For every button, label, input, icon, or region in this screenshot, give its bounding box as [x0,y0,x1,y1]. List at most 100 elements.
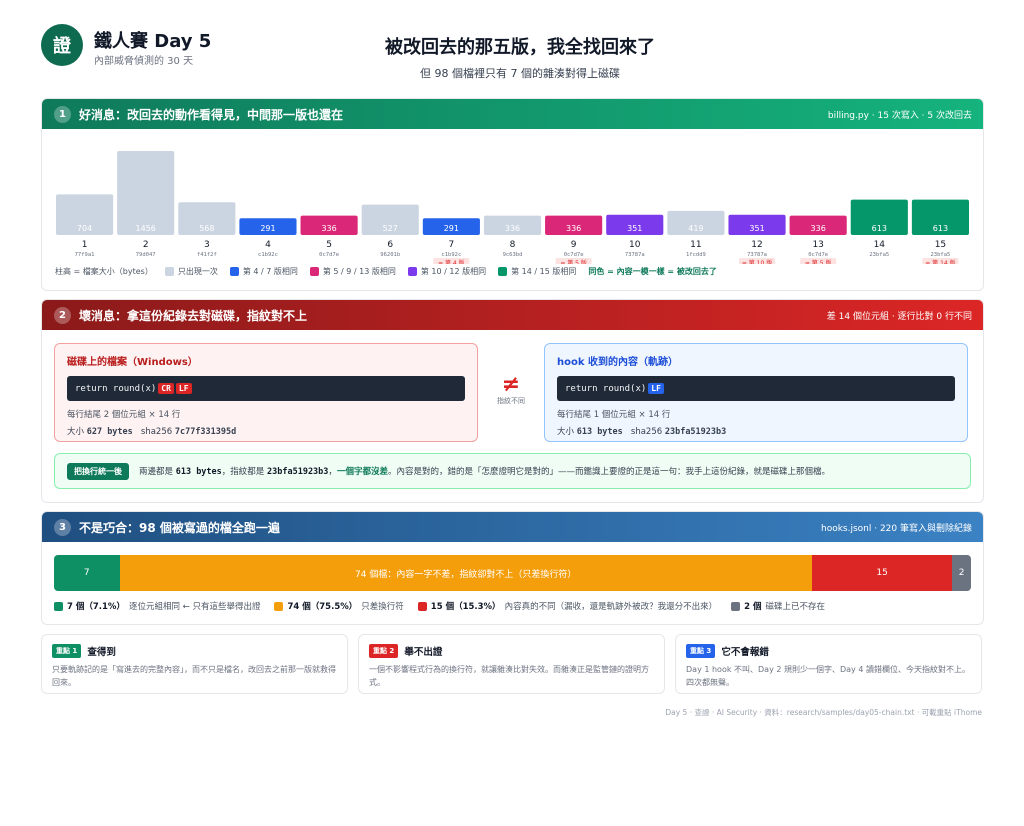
bar-category-label: 10 [629,240,641,250]
bar-category-label: 9 [571,240,577,250]
legend-swatch [164,267,174,276]
bar-value-label: 568 [199,224,214,233]
normalization-note: 把換行統一後 兩邊都是 613 bytes，指紋都是 23bfa51923b3，… [54,453,971,489]
bar-hash-label: 0c7d7e [808,252,828,258]
point-title: 舉不出證 [404,647,443,658]
bar-category-label: 11 [690,240,701,250]
key-point-1: 重點 1 查得到 只要軌跡記的是「寫進去的完整內容」，而不只是檔名，改回去之前那一… [41,634,348,694]
legend-note: 同色 = 內容一模一樣 = 被改回去了 [588,267,717,276]
legend-swatch [417,601,427,611]
chart-legend: 柱高 = 檔案大小（bytes） 只出現一次 第 4 / 7 版相同 第 5 /… [55,266,717,277]
note-text: 兩邊都是 613 bytes，指紋都是 23bfa51923b3，一個字都沒差。… [139,467,830,477]
section-title: 壞消息：拿這份紀錄去對磁碟，指紋對不上 [79,308,308,323]
lf-tag: LF [175,383,192,394]
bar-category-label: 4 [265,240,271,250]
lf-tag: LF [648,383,664,394]
bar-value-label: 351 [627,224,642,233]
revert-tag-label: = 第 10 版 [742,259,772,264]
bar-hash-label: 23bfa5 [930,252,950,258]
bar-hash-label: f41f2f [197,252,217,258]
segment-missing: 2 [952,555,971,591]
legend-item-single: 只出現一次 [164,266,218,277]
bar-value-label: 351 [749,224,764,233]
segment-line-ending-only: 74 個檔：內容一字不差，指紋卻對不上（只差換行符） [119,555,812,591]
hook-content-panel: hook 收到的內容（軌跡） return round(x) LF 每行結尾 1 … [544,343,968,442]
section-3-header: 3 不是巧合：98 個被寫過的檔全跑一遍 hooks.jsonl · 220 筆寫… [42,512,983,542]
legend-swatch [731,601,741,611]
revert-tag-label: = 第 4 版 [438,259,465,264]
bar-value-label: 527 [383,224,398,233]
not-equal-icon: ≠ [501,372,521,397]
bar-value-label: 613 [872,224,887,233]
bar-category-label: 3 [204,240,210,250]
bar-category-label: 7 [448,240,454,250]
segment-identical: 7 [54,555,120,591]
bar-hash-label: 79d047 [136,252,156,258]
bar-value-label: 336 [566,224,581,233]
revert-tag-label: = 第 5 版 [560,259,587,264]
line-ending-info: 每行結尾 1 個位元組 × 14 行 [557,410,671,420]
brand-subtitle: 內部威脅偵測的 30 天 [94,56,194,67]
bar-hash-label: 73787a [747,252,767,258]
legend-prefix: 柱高 = 檔案大小（bytes） [55,267,153,276]
legend-item-pink: 第 5 / 9 / 13 版相同 [309,266,396,277]
section-meta: 差 14 個位元組 · 逐行比對 0 行不同 [826,311,972,322]
section-number: 2 [54,306,71,324]
section-title: 好消息：改回去的動作看得見，中間那一版也還在 [79,107,344,122]
bar-value-label: 336 [321,224,336,233]
point-desc: Day 1 hook 不叫、Day 2 規則少一個字、Day 4 讀錯欄位、今天… [686,665,970,687]
section-meta: hooks.jsonl · 220 筆寫入與刪除紀錄 [820,523,972,534]
panel-title: 磁碟上的檔案（Windows） [67,357,198,368]
key-point-3: 重點 3 它不會報錯 Day 1 hook 不叫、Day 2 規則少一個字、Day… [675,634,982,694]
bar-value-label: 336 [811,224,826,233]
key-point-2: 重點 2 舉不出證 一個不影響程式行為的換行符，就讓雜湊比對失效。而雜湊正是監管鏈… [358,634,665,694]
bar-version-2 [117,151,175,235]
legend-item-differs: 15 個（15.3%） 內容真的不同（漏收，還是軌跡外被改？我還分不出來） [417,600,717,612]
point-desc: 只要軌跡記的是「寫進去的完整內容」，而不只是檔名，改回去之前那一版就救得回來。 [52,665,336,687]
disk-file-panel: 磁碟上的檔案（Windows） return round(x) CR LF 每行結尾… [54,343,478,442]
line-ending-info: 每行結尾 2 個位元組 × 14 行 [67,410,181,420]
legend-item-blue: 第 4 / 7 版相同 [229,266,298,277]
page-title: 被改回去的那五版，我全找回來了 [385,37,655,58]
point-desc: 一個不影響程式行為的換行符，就讓雜湊比對失效。而雜湊正是監管鏈的證明方式。 [369,665,649,687]
point-badge: 重點 3 [686,644,716,658]
page-subtitle: 但 98 個檔裡只有 7 個的雜湊對得上磁碟 [420,67,620,80]
bar-value-label: 613 [933,224,948,233]
bar-hash-label: 0c7d7e [319,252,339,258]
crlf-tag: CR [158,383,174,394]
bar-value-label: 291 [260,224,275,233]
bar-hash-label: c1b92c [441,252,461,258]
bar-value-label: 1456 [136,224,156,233]
legend-swatch [54,601,63,611]
bar-hash-label: 9c63bd [503,252,523,258]
bar-value-label: 419 [688,224,703,233]
brand-logo: 證 [41,24,83,66]
section-good-news: 1 好消息：改回去的動作看得見，中間那一版也還在 billing.py · 15 … [41,98,984,291]
segment-content-differs: 15 [811,555,953,591]
point-badge: 重點 2 [369,644,399,658]
code-sample: return round(x) CR LF [67,376,465,401]
section-number: 1 [54,105,71,123]
footer-source: Day 5 · 查證 · AI Security · 資料：research/s… [665,708,982,717]
not-equal-label: 指紋不同 [497,397,525,405]
panel-title: hook 收到的內容（軌跡） [557,357,678,368]
bar-hash-label: 0c7d7e [564,252,584,258]
bar-value-label: 704 [77,224,92,233]
section-2-header: 2 壞消息：拿這份紀錄去對磁碟，指紋對不上 差 14 個位元組 · 逐行比對 0 … [42,300,983,330]
section-full-scan: 3 不是巧合：98 個被寫過的檔全跑一遍 hooks.jsonl · 220 筆寫… [41,511,984,625]
bar-hash-label: 23bfa5 [869,252,889,258]
bar-category-label: 5 [326,240,332,250]
legend-swatch [274,601,284,611]
bar-value-label: 336 [505,224,520,233]
section-1-header: 1 好消息：改回去的動作看得見，中間那一版也還在 billing.py · 15 … [42,99,983,129]
legend-swatch [407,267,417,276]
file-size-bar-chart: 704177f9a11456279d0475683f41f2f2914c1b92… [56,151,969,264]
revert-tag-label: = 第 5 版 [805,259,832,264]
point-title: 查得到 [87,647,116,658]
note-pill: 把換行統一後 [67,462,129,480]
section-bad-news: 2 壞消息：拿這份紀錄去對磁碟，指紋對不上 差 14 個位元組 · 逐行比對 0 … [41,299,984,503]
bar-hash-label: 96201b [380,252,400,258]
code-sample: return round(x) LF [557,376,955,401]
legend-item-green: 第 14 / 15 版相同 [498,266,576,277]
bar-category-label: 1 [82,240,88,250]
